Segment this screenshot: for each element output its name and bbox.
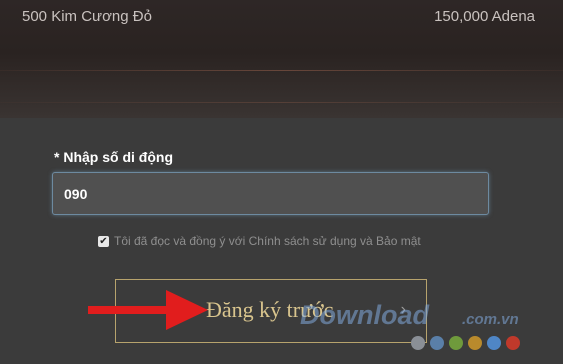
watermark-logo: Download [300,300,429,330]
reward-adena: 150,000 Adena [434,8,535,25]
watermark-dot [411,336,425,350]
reward-red-diamonds: 500 Kim Cương Đỏ [22,8,152,25]
watermark-dot [449,336,463,350]
rewards-panel: 500 Kim Cương Đỏ 150,000 Adena [0,0,563,118]
watermark-suffix: .com.vn [462,311,519,328]
red-arrow-icon [88,290,208,330]
agree-text: Tôi đã đọc và đồng ý với Chính sách sử d… [114,234,421,248]
agree-checkbox[interactable]: ✔ [98,235,109,247]
divider [0,70,563,71]
divider [0,102,563,103]
phone-input[interactable] [52,172,489,215]
watermark-dot [430,336,444,350]
watermark-dot [506,336,520,350]
watermark-dot [468,336,482,350]
watermark-dot [487,336,501,350]
phone-label: * Nhập số di động [54,149,173,165]
watermark-dots [411,336,520,350]
agree-row[interactable]: ✔ Tôi đã đọc và đồng ý với Chính sách sử… [98,234,421,248]
